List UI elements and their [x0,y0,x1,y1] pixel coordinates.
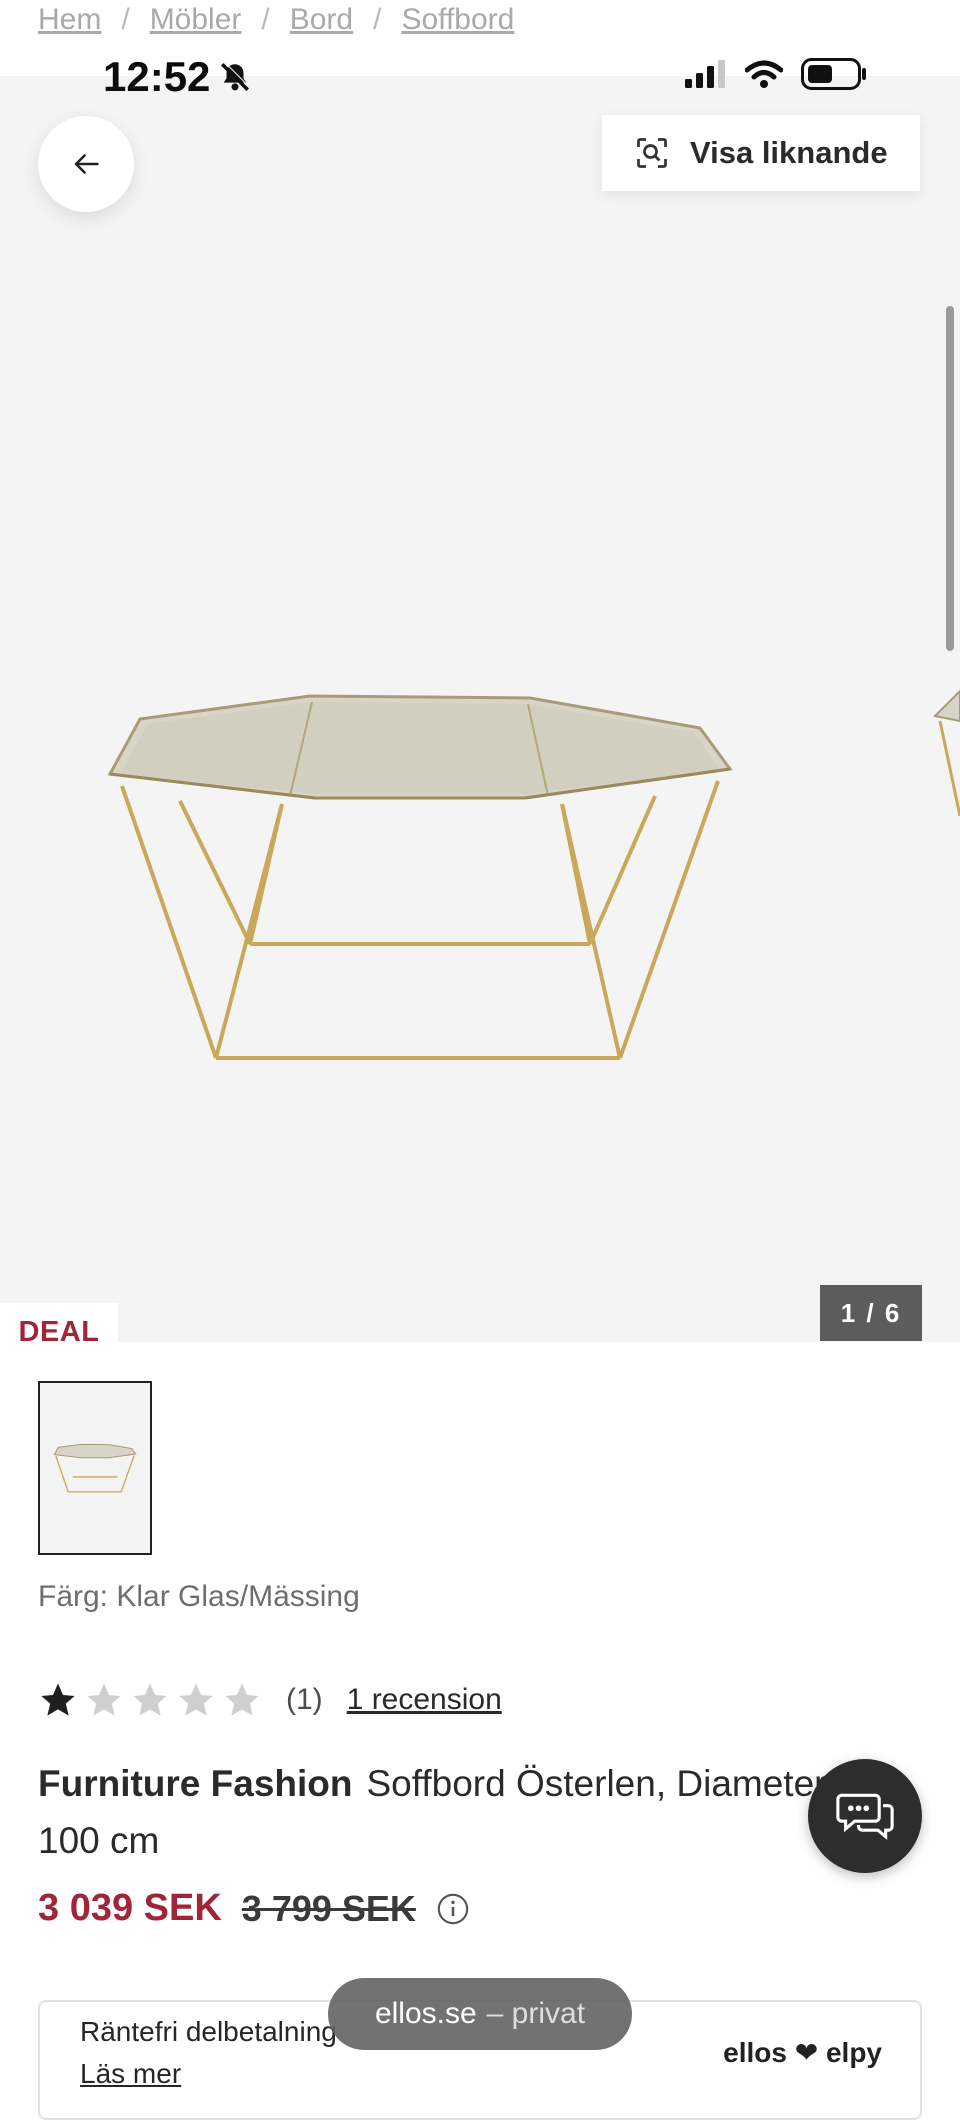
color-value: Klar Glas/Mässing [116,1580,360,1613]
show-similar-label: Visa liknande [690,135,888,170]
status-bar-time: 12:52 [103,53,252,101]
product-image-gallery[interactable]: DEAL 1 / 6 [0,76,960,1361]
signal-icon [685,60,725,88]
breadcrumb-home[interactable]: Hem [38,3,101,37]
site-mode: – privat [486,1997,586,2030]
star-empty-icon [87,1683,121,1716]
status-bar-indicators [685,58,867,90]
breadcrumb-separator: / [373,3,382,36]
silent-bell-icon [221,61,251,92]
product-brand[interactable]: Furniture Fashion [38,1763,353,1804]
star-filled-icon [41,1683,75,1716]
read-more-link[interactable]: Läs mer [80,2058,181,2090]
financing-label: Räntefri delbetalning [80,2016,337,2047]
visual-search-icon [637,138,667,168]
star-empty-icon [133,1683,167,1716]
scrollbar[interactable] [946,306,954,651]
breadcrumb-bord[interactable]: Bord [290,3,353,37]
breadcrumb-soffbord[interactable]: Soffbord [401,3,514,37]
back-button[interactable] [38,116,134,212]
chat-icon [836,1793,894,1840]
thumbnail-selected[interactable] [38,1381,152,1555]
current-price: 3 039 SEK [38,1887,222,1929]
deal-badge: DEAL [0,1303,118,1361]
original-price: 3 799 SEK [241,1887,416,1929]
breadcrumb-separator: / [261,3,270,36]
site-indicator-pill[interactable]: ellos.se – privat [328,1978,632,2050]
wifi-icon [745,60,783,88]
battery-icon [801,58,866,90]
breadcrumb-mobler[interactable]: Möbler [150,3,242,37]
star-empty-icon [179,1683,213,1716]
site-host: ellos.se [374,1997,477,2030]
breadcrumb: Hem / Möbler / Bord / Soffbord [38,0,838,40]
show-similar-button[interactable]: Visa liknande [602,115,920,191]
thumbnail-image [53,1443,137,1493]
reviews-link[interactable]: 1 recension [347,1683,502,1717]
image-counter: 1 / 6 [820,1285,922,1341]
color-label: Färg: [38,1580,109,1613]
price-row: 3 039 SEK 3 799 SEK [38,1887,470,1930]
info-icon[interactable] [436,1892,470,1926]
product-image[interactable] [100,676,740,1076]
product-title: Furniture Fashion Soffbord Österlen, Diam… [38,1755,838,1869]
color-info: Färg: Klar Glas/Mässing [38,1580,360,1614]
financing-brand-logos: ellos ❤ elpy [723,2037,882,2068]
breadcrumb-separator: / [121,3,130,36]
next-product-image[interactable] [930,676,960,836]
chat-button[interactable] [808,1759,922,1873]
rating-count: (1) [286,1683,323,1716]
clock-text: 12:52 [103,53,211,100]
arrow-left-icon [74,154,99,174]
rating-summary[interactable]: (1) 1 recension [38,1680,502,1720]
star-empty-icon [225,1683,259,1716]
